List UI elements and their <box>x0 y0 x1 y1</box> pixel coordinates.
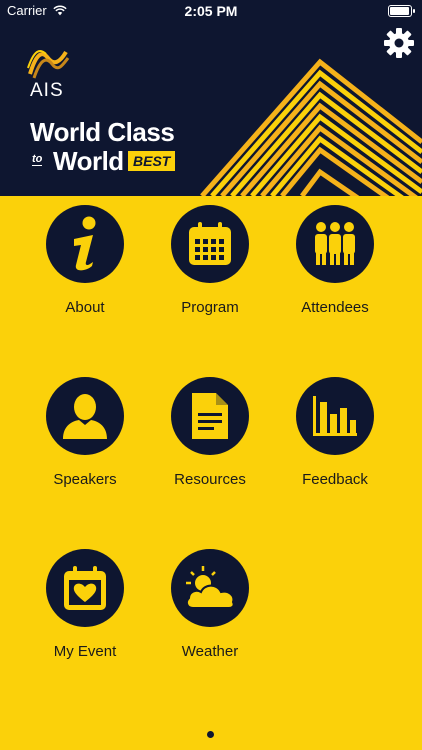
bar-chart-icon <box>296 377 374 455</box>
gear-icon[interactable] <box>382 26 416 60</box>
tile-speakers[interactable]: Speakers <box>15 377 155 488</box>
battery-icon <box>388 5 415 17</box>
tile-label: About <box>65 299 105 316</box>
banner-title-badge: BEST <box>128 151 176 171</box>
ais-logo-text: AIS <box>30 80 64 101</box>
tile-about[interactable]: About <box>15 205 155 316</box>
tile-label: Speakers <box>53 471 117 488</box>
tile-resources[interactable]: Resources <box>140 377 280 488</box>
tile-attendees[interactable]: Attendees <box>265 205 405 316</box>
ais-logo-icon <box>27 50 70 79</box>
tile-weather[interactable]: Weather <box>140 549 280 660</box>
weather-icon <box>171 549 249 627</box>
tile-my-event[interactable]: My Event <box>15 549 155 660</box>
info-icon <box>46 205 124 283</box>
banner-title-line2: World <box>53 146 124 176</box>
status-bar: Carrier 2:05 PM <box>0 0 422 22</box>
banner-title-to: to <box>32 153 43 166</box>
banner-title-line1: World Class <box>30 117 175 147</box>
tile-label: Program <box>181 299 239 316</box>
status-time: 2:05 PM <box>184 3 238 19</box>
calendar-heart-icon <box>46 549 124 627</box>
tile-label: Attendees <box>301 299 369 316</box>
calendar-icon <box>171 205 249 283</box>
tile-program[interactable]: Program <box>140 205 280 316</box>
tile-feedback[interactable]: Feedback <box>265 377 405 488</box>
tile-label: My Event <box>53 643 117 660</box>
tile-label: Weather <box>181 643 239 660</box>
person-icon <box>46 377 124 455</box>
document-icon <box>171 377 249 455</box>
people-icon <box>296 205 374 283</box>
tile-label: Resources <box>174 471 246 488</box>
header-banner: AIS World Class to World BEST <box>0 22 422 196</box>
tile-label: Feedback <box>302 471 368 488</box>
page-indicator-dot <box>207 731 214 738</box>
